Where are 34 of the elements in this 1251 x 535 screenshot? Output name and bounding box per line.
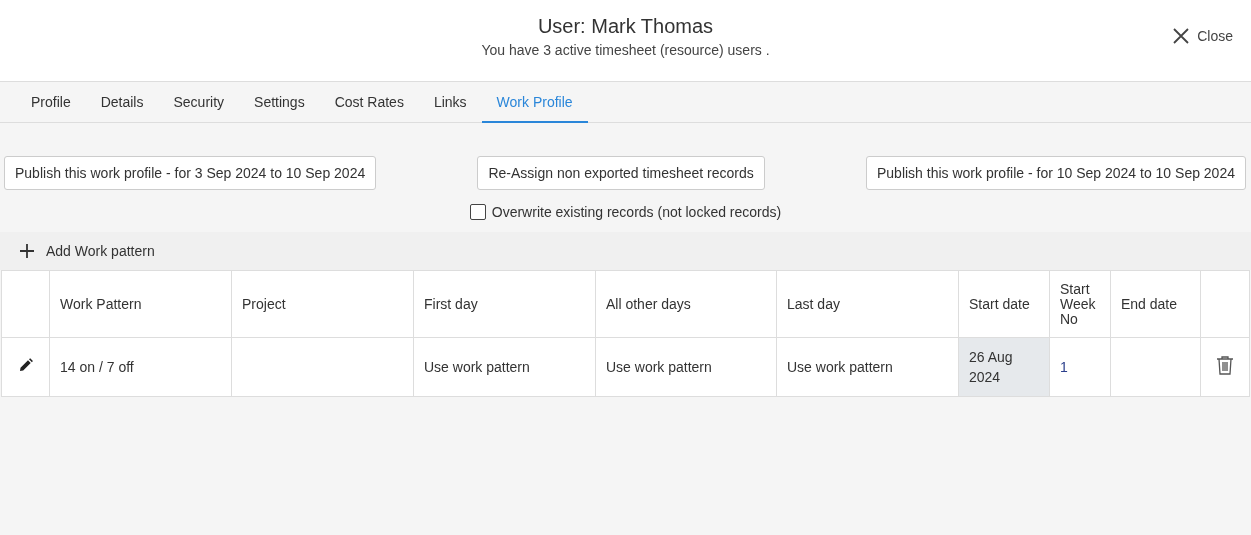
tab[interactable]: Work Profile	[481, 82, 588, 123]
trash-icon[interactable]	[1216, 354, 1234, 375]
publish-button[interactable]: Publish this work profile - for 10 Sep 2024 to 10 Sep 2024	[866, 156, 1246, 190]
column-header: All other days	[595, 270, 777, 338]
subtitle-text: You have 3 active timesheet (resource) users .	[481, 42, 770, 58]
column-header: First day	[413, 270, 596, 338]
tab[interactable]: Links	[418, 82, 482, 123]
dialog-title: User: Mark Thomas	[537, 15, 714, 38]
column-header: Start Week No	[1049, 270, 1111, 338]
checkbox-label: Overwrite existing records (not locked records)	[491, 204, 782, 220]
pencil-icon[interactable]	[18, 358, 33, 372]
plus-icon	[20, 244, 34, 258]
tab[interactable]: Details	[85, 82, 159, 123]
tab[interactable]: Cost Rates	[319, 82, 419, 123]
table-cell-text: Use work pattern	[787, 359, 893, 375]
column-header: Work Pattern	[49, 270, 232, 338]
column-header: Start date	[958, 270, 1050, 338]
close-button[interactable]: Close	[1171, 26, 1235, 46]
table-cell-text: Use work pattern	[424, 359, 530, 375]
column-header: Last day	[776, 270, 959, 338]
tab[interactable]: Profile	[16, 82, 86, 123]
table-cell-text: 14 on / 7 off	[60, 359, 134, 375]
table-cell-text: 26 Aug 2024	[969, 349, 1013, 385]
close-icon	[1173, 28, 1190, 44]
week-number: 1	[1060, 359, 1068, 375]
table-cell-text: Use work pattern	[606, 359, 712, 375]
column-header: Project	[231, 270, 414, 338]
tab[interactable]: Security	[158, 82, 240, 123]
add-pattern-button[interactable]: Add Work pattern	[18, 236, 157, 266]
reassign-button[interactable]: Re-Assign non exported timesheet records	[477, 156, 765, 190]
publish-button[interactable]: Publish this work profile - for 3 Sep 2024 to 10 Sep 2024	[4, 156, 377, 190]
column-header: End date	[1110, 270, 1201, 338]
overwrite-checkbox[interactable]	[469, 204, 486, 220]
tab[interactable]: Settings	[239, 82, 320, 123]
